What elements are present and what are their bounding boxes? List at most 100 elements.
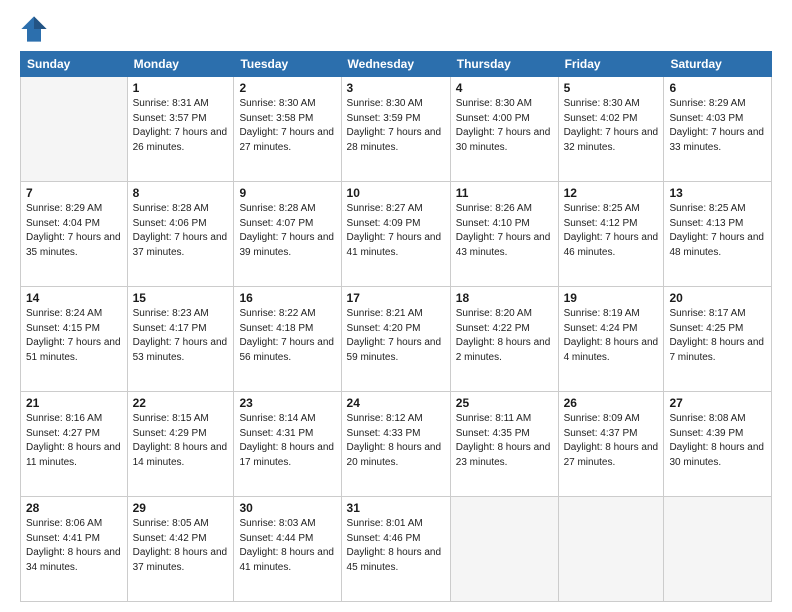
- day-number: 13: [669, 186, 766, 200]
- logo-icon: [20, 15, 48, 43]
- day-number: 1: [133, 81, 229, 95]
- calendar-week-row: 28 Sunrise: 8:06 AMSunset: 4:41 PMDayligh…: [21, 497, 772, 602]
- calendar-cell: 12Sunrise: 8:25 AMSunset: 4:12 PMDayligh…: [558, 182, 664, 287]
- cell-info: Sunrise: 8:16 AMSunset: 4:27 PMDaylight:…: [26, 412, 122, 470]
- header: [20, 15, 772, 43]
- cell-info: Sunrise: 8:24 AMSunset: 4:15 PMDaylight:…: [26, 307, 122, 365]
- calendar-cell: 18 Sunrise: 8:20 AMSunset: 4:22 PMDayligh…: [450, 287, 558, 392]
- calendar-cell: 1 Sunrise: 8:31 AMSunset: 3:57 PMDaylight…: [127, 77, 234, 182]
- calendar-cell: 26 Sunrise: 8:09 AMSunset: 4:37 PMDayligh…: [558, 392, 664, 497]
- logo: [20, 15, 52, 43]
- day-number: 20: [669, 291, 766, 305]
- day-number: 6: [669, 81, 766, 95]
- cell-info: Sunrise: 8:01 AMSunset: 4:46 PMDaylight:…: [347, 517, 445, 575]
- cell-info: Sunrise: 8:15 AMSunset: 4:29 PMDaylight:…: [133, 412, 229, 470]
- day-number: 30: [239, 501, 335, 515]
- weekday-header: Wednesday: [341, 52, 450, 77]
- cell-info: Sunrise: 8:30 AMSunset: 3:59 PMDaylight:…: [347, 97, 445, 155]
- calendar-cell: 13Sunrise: 8:25 AMSunset: 4:13 PMDayligh…: [664, 182, 772, 287]
- cell-info: Sunrise: 8:23 AMSunset: 4:17 PMDaylight:…: [133, 307, 229, 365]
- day-number: 26: [564, 396, 659, 410]
- cell-info: Sunrise: 8:31 AMSunset: 3:57 PMDaylight:…: [133, 97, 229, 155]
- calendar-cell: 8 Sunrise: 8:28 AMSunset: 4:06 PMDaylight…: [127, 182, 234, 287]
- calendar-table: SundayMondayTuesdayWednesdayThursdayFrid…: [20, 51, 772, 602]
- day-number: 4: [456, 81, 553, 95]
- calendar-cell: 2 Sunrise: 8:30 AMSunset: 3:58 PMDaylight…: [234, 77, 341, 182]
- calendar-cell: [664, 497, 772, 602]
- calendar-cell: 14 Sunrise: 8:24 AMSunset: 4:15 PMDayligh…: [21, 287, 128, 392]
- cell-info: Sunrise: 8:12 AMSunset: 4:33 PMDaylight:…: [347, 412, 445, 470]
- cell-info: Sunrise: 8:19 AMSunset: 4:24 PMDaylight:…: [564, 307, 659, 365]
- cell-info: Sunrise: 8:21 AMSunset: 4:20 PMDaylight:…: [347, 307, 445, 365]
- calendar-cell: [21, 77, 128, 182]
- calendar-cell: 16 Sunrise: 8:22 AMSunset: 4:18 PMDayligh…: [234, 287, 341, 392]
- calendar-cell: 20 Sunrise: 8:17 AMSunset: 4:25 PMDayligh…: [664, 287, 772, 392]
- weekday-header: Friday: [558, 52, 664, 77]
- cell-info: Sunrise: 8:29 AMSunset: 4:03 PMDaylight:…: [669, 97, 766, 155]
- day-number: 17: [347, 291, 445, 305]
- day-number: 8: [133, 186, 229, 200]
- calendar-cell: [558, 497, 664, 602]
- weekday-header: Thursday: [450, 52, 558, 77]
- calendar-cell: 31 Sunrise: 8:01 AMSunset: 4:46 PMDayligh…: [341, 497, 450, 602]
- cell-info: Sunrise: 8:30 AMSunset: 4:00 PMDaylight:…: [456, 97, 553, 155]
- day-number: 9: [239, 186, 335, 200]
- calendar-week-row: 14 Sunrise: 8:24 AMSunset: 4:15 PMDayligh…: [21, 287, 772, 392]
- calendar-cell: 27 Sunrise: 8:08 AMSunset: 4:39 PMDayligh…: [664, 392, 772, 497]
- day-number: 14: [26, 291, 122, 305]
- calendar-cell: 23Sunrise: 8:14 AMSunset: 4:31 PMDayligh…: [234, 392, 341, 497]
- calendar-cell: 7Sunrise: 8:29 AMSunset: 4:04 PMDaylight…: [21, 182, 128, 287]
- day-number: 16: [239, 291, 335, 305]
- day-number: 23: [239, 396, 335, 410]
- cell-info: Sunrise: 8:28 AMSunset: 4:06 PMDaylight:…: [133, 202, 229, 260]
- calendar-cell: 24 Sunrise: 8:12 AMSunset: 4:33 PMDayligh…: [341, 392, 450, 497]
- calendar-cell: 28 Sunrise: 8:06 AMSunset: 4:41 PMDayligh…: [21, 497, 128, 602]
- cell-info: Sunrise: 8:27 AMSunset: 4:09 PMDaylight:…: [347, 202, 445, 260]
- weekday-header: Sunday: [21, 52, 128, 77]
- calendar-week-row: 21Sunrise: 8:16 AMSunset: 4:27 PMDayligh…: [21, 392, 772, 497]
- cell-info: Sunrise: 8:09 AMSunset: 4:37 PMDaylight:…: [564, 412, 659, 470]
- calendar-cell: [450, 497, 558, 602]
- cell-info: Sunrise: 8:06 AMSunset: 4:41 PMDaylight:…: [26, 517, 122, 575]
- weekday-header: Saturday: [664, 52, 772, 77]
- cell-info: Sunrise: 8:30 AMSunset: 3:58 PMDaylight:…: [239, 97, 335, 155]
- cell-info: Sunrise: 8:22 AMSunset: 4:18 PMDaylight:…: [239, 307, 335, 365]
- day-number: 3: [347, 81, 445, 95]
- cell-info: Sunrise: 8:26 AMSunset: 4:10 PMDaylight:…: [456, 202, 553, 260]
- calendar-cell: 5Sunrise: 8:30 AMSunset: 4:02 PMDaylight…: [558, 77, 664, 182]
- day-number: 18: [456, 291, 553, 305]
- calendar-cell: 11 Sunrise: 8:26 AMSunset: 4:10 PMDayligh…: [450, 182, 558, 287]
- day-number: 19: [564, 291, 659, 305]
- calendar-cell: 21Sunrise: 8:16 AMSunset: 4:27 PMDayligh…: [21, 392, 128, 497]
- calendar-cell: 6 Sunrise: 8:29 AMSunset: 4:03 PMDaylight…: [664, 77, 772, 182]
- cell-info: Sunrise: 8:08 AMSunset: 4:39 PMDaylight:…: [669, 412, 766, 470]
- calendar-cell: 3 Sunrise: 8:30 AMSunset: 3:59 PMDaylight…: [341, 77, 450, 182]
- day-number: 15: [133, 291, 229, 305]
- day-number: 28: [26, 501, 122, 515]
- calendar-week-row: 7Sunrise: 8:29 AMSunset: 4:04 PMDaylight…: [21, 182, 772, 287]
- day-number: 27: [669, 396, 766, 410]
- calendar-cell: 29 Sunrise: 8:05 AMSunset: 4:42 PMDayligh…: [127, 497, 234, 602]
- day-number: 5: [564, 81, 659, 95]
- calendar-cell: 19 Sunrise: 8:19 AMSunset: 4:24 PMDayligh…: [558, 287, 664, 392]
- cell-info: Sunrise: 8:05 AMSunset: 4:42 PMDaylight:…: [133, 517, 229, 575]
- cell-info: Sunrise: 8:28 AMSunset: 4:07 PMDaylight:…: [239, 202, 335, 260]
- day-number: 2: [239, 81, 335, 95]
- calendar-cell: 9 Sunrise: 8:28 AMSunset: 4:07 PMDaylight…: [234, 182, 341, 287]
- day-number: 24: [347, 396, 445, 410]
- day-number: 11: [456, 186, 553, 200]
- cell-info: Sunrise: 8:11 AMSunset: 4:35 PMDaylight:…: [456, 412, 553, 470]
- day-number: 31: [347, 501, 445, 515]
- day-number: 29: [133, 501, 229, 515]
- cell-info: Sunrise: 8:03 AMSunset: 4:44 PMDaylight:…: [239, 517, 335, 575]
- cell-info: Sunrise: 8:20 AMSunset: 4:22 PMDaylight:…: [456, 307, 553, 365]
- calendar-cell: 30 Sunrise: 8:03 AMSunset: 4:44 PMDayligh…: [234, 497, 341, 602]
- cell-info: Sunrise: 8:29 AMSunset: 4:04 PMDaylight:…: [26, 202, 122, 260]
- calendar-week-row: 1 Sunrise: 8:31 AMSunset: 3:57 PMDaylight…: [21, 77, 772, 182]
- day-number: 25: [456, 396, 553, 410]
- cell-info: Sunrise: 8:17 AMSunset: 4:25 PMDaylight:…: [669, 307, 766, 365]
- calendar-cell: 15 Sunrise: 8:23 AMSunset: 4:17 PMDayligh…: [127, 287, 234, 392]
- calendar-cell: 10Sunrise: 8:27 AMSunset: 4:09 PMDayligh…: [341, 182, 450, 287]
- day-number: 22: [133, 396, 229, 410]
- weekday-header: Tuesday: [234, 52, 341, 77]
